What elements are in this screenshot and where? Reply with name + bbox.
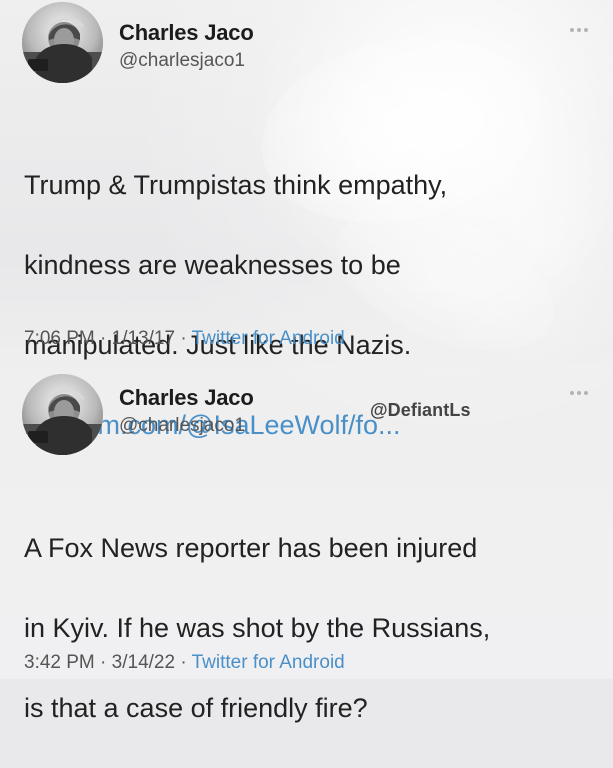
tweet-meta: 3:42 PM · 3/14/22 · Twitter for Android: [24, 652, 345, 674]
meta-separator: ·: [180, 328, 187, 349]
avatar[interactable]: [22, 2, 103, 83]
tweet-card: Charles Jaco @charlesjaco1 @DefiantLs A …: [0, 360, 613, 723]
tweet-meta: 7:06 PM · 1/13/17 · Twitter for Android: [24, 328, 345, 350]
meta-separator: ·: [180, 652, 187, 673]
tweet-body: A Fox News reporter has been injured in …: [24, 488, 569, 768]
tweet-body-line: is that a case of friendly fire?: [24, 693, 368, 723]
watermark: @DefiantLs: [370, 400, 471, 420]
tweet-body-line: in Kyiv. If he was shot by the Russians,: [24, 613, 491, 643]
display-name[interactable]: Charles Jaco: [119, 20, 254, 46]
tweet-body-line: kindness are weaknesses to be: [24, 250, 401, 280]
avatar[interactable]: [22, 374, 103, 455]
source-link[interactable]: Twitter for Android: [192, 652, 345, 673]
tweet-body-line: Trump & Trumpistas think empathy,: [24, 170, 448, 200]
avatar-photo: [22, 2, 103, 83]
display-name[interactable]: Charles Jaco: [119, 385, 254, 411]
meta-separator: ·: [100, 652, 107, 673]
tweet-date: 3/14/22: [111, 652, 176, 673]
more-icon[interactable]: [569, 389, 589, 397]
tweet-card: Charles Jaco @charlesjaco1 Trump & Trump…: [0, 0, 613, 440]
source-link[interactable]: Twitter for Android: [192, 328, 345, 349]
more-icon[interactable]: [569, 26, 589, 34]
tweet-body-line: A Fox News reporter has been injured: [24, 533, 478, 563]
meta-separator: ·: [100, 328, 107, 349]
avatar-photo: [22, 374, 103, 455]
tweet-time: 3:42 PM: [24, 652, 95, 673]
tweet-time: 7:06 PM: [24, 328, 95, 349]
user-handle[interactable]: @charlesjaco1: [119, 50, 245, 72]
user-handle[interactable]: @charlesjaco1: [119, 415, 245, 437]
tweet-date: 1/13/17: [111, 328, 176, 349]
